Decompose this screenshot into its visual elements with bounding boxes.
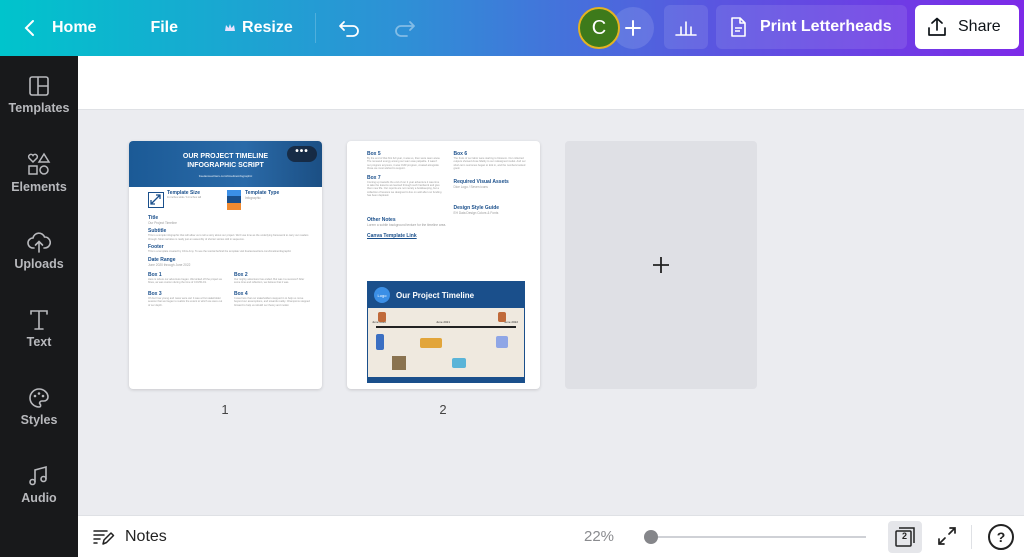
- templates-icon: [29, 76, 49, 96]
- avatar-initial: C: [591, 16, 607, 39]
- section-text: Our Project Timeline: [148, 221, 177, 225]
- page-number-1: 1: [221, 402, 229, 417]
- box-item: Box 4 It was here that our stakeholders s…: [234, 290, 310, 307]
- other-notes-text: Lorem a subtle background texture for th…: [367, 223, 447, 228]
- box-item: Box 5 By the end of that first full year,…: [367, 151, 441, 171]
- share-button[interactable]: Share: [915, 5, 1019, 49]
- template-type-value: Infographic: [245, 196, 261, 200]
- preview-date: June 2021: [436, 320, 451, 324]
- add-page-button[interactable]: [565, 141, 757, 389]
- sidebar-item-uploads[interactable]: Uploads: [0, 212, 78, 290]
- sidebar-item-label: Text: [26, 335, 52, 349]
- help-button[interactable]: ?: [988, 524, 1014, 550]
- canva-template-link[interactable]: Canva Template Link: [367, 233, 528, 239]
- preview-title: Our Project Timeline: [396, 290, 475, 300]
- plus-icon: [625, 20, 641, 36]
- bottom-bar: Notes 22% 2 ?: [78, 515, 1024, 557]
- zoom-percentage[interactable]: 22%: [584, 528, 614, 545]
- bar-chart-icon: [675, 21, 697, 36]
- redo-button[interactable]: [382, 8, 426, 48]
- zoom-slider-thumb[interactable]: [644, 530, 658, 544]
- sidebar-item-styles[interactable]: Styles: [0, 368, 78, 446]
- box-item: Box 1 Here is where our adventure began. …: [148, 272, 222, 285]
- undo-icon: [338, 21, 359, 37]
- box-item: Box 2 Our mighty adventure has ended. But…: [234, 272, 305, 285]
- share-label: Share: [958, 18, 1001, 35]
- preview-date: June 2022: [503, 320, 518, 324]
- home-button[interactable]: Home: [12, 8, 106, 48]
- design-guide-text: EH Data Design Colors & Fonts: [453, 211, 499, 216]
- resize-label: Resize: [242, 19, 293, 36]
- resize-arrow-icon: [148, 192, 164, 208]
- share-upload-icon: [928, 17, 946, 36]
- top-bar: Home File Resize C Print Letterheads Sha…: [0, 0, 1024, 56]
- notes-label: Notes: [125, 527, 167, 545]
- sidebar: Templates Elements Uploads Text Styles A…: [0, 56, 78, 557]
- resize-button[interactable]: Resize: [214, 8, 303, 48]
- sidebar-item-label: Audio: [21, 491, 57, 505]
- timeline-preview-image: Logo Our Project Timeline June 2020 June…: [367, 281, 525, 383]
- page-1-header: OUR PROJECT TIMELINE INFOGRAPHIC SCRIPT …: [129, 141, 322, 187]
- zoom-slider-track[interactable]: [644, 530, 866, 544]
- insights-button[interactable]: [664, 5, 708, 49]
- sidebar-item-elements[interactable]: Elements: [0, 134, 78, 212]
- page-grid: OUR PROJECT TIMELINE INFOGRAPHIC SCRIPT …: [78, 110, 1024, 515]
- notes-pencil-icon: [93, 529, 115, 545]
- template-type-icon: [227, 190, 241, 210]
- elements-icon: [27, 152, 51, 175]
- page-thumbnail-1[interactable]: OUR PROJECT TIMELINE INFOGRAPHIC SCRIPT …: [129, 141, 322, 389]
- print-letterheads-button[interactable]: Print Letterheads: [716, 5, 907, 49]
- box-item: Box 7 Coming up towards the end of our 2 …: [367, 174, 442, 198]
- print-letterheads-label: Print Letterheads: [760, 18, 892, 35]
- required-assets-text: Dice Logo / Seven icons: [453, 184, 488, 189]
- sidebar-item-text[interactable]: Text: [0, 290, 78, 368]
- page-count: 2: [902, 531, 908, 541]
- sidebar-item-label: Elements: [11, 180, 67, 194]
- editor-toolbar-area: [78, 56, 1024, 110]
- sidebar-item-label: Uploads: [14, 257, 64, 271]
- user-avatar[interactable]: C: [578, 7, 620, 49]
- sidebar-item-audio[interactable]: Audio: [0, 446, 78, 524]
- text-icon: [30, 310, 48, 330]
- notes-button[interactable]: Notes: [93, 528, 167, 546]
- chevron-left-icon: [24, 20, 34, 36]
- template-size-value: 11 inches wide / 11 inches tall: [167, 196, 202, 199]
- box-item: Box 3 Oh but how young and naive were we!…: [148, 290, 223, 307]
- section-text: This is a template created by Chris Amy.…: [148, 250, 292, 254]
- divider: [971, 525, 972, 549]
- page-1-header-url: freelancewriters.com/timelineinfographic: [198, 174, 253, 178]
- uploads-icon: [27, 232, 51, 253]
- fullscreen-button[interactable]: [936, 525, 958, 552]
- redo-icon: [394, 21, 415, 37]
- styles-palette-icon: [29, 388, 49, 408]
- preview-logo: Logo: [374, 287, 390, 303]
- home-label: Home: [52, 19, 97, 36]
- divider: [314, 13, 316, 43]
- help-question-icon: ?: [996, 529, 1006, 545]
- section-text: June 2020 through June 2022: [148, 262, 191, 267]
- audio-music-icon: [29, 465, 47, 486]
- page-number-2: 2: [439, 402, 447, 417]
- undo-button[interactable]: [328, 8, 372, 48]
- document-icon: [731, 17, 746, 37]
- box-item: Box 6 The fruits of our labor were starti…: [453, 151, 526, 171]
- section-text: This is a simple infographic that will a…: [148, 234, 309, 241]
- expand-arrows-icon: [938, 527, 956, 545]
- crown-icon: [225, 24, 236, 31]
- page-thumbnail-2[interactable]: Box 5 By the end of that first full year,…: [347, 141, 540, 389]
- grid-view-button[interactable]: 2: [888, 521, 922, 553]
- page-more-options-button[interactable]: •••: [287, 146, 317, 162]
- file-menu-button[interactable]: File: [140, 8, 188, 48]
- sidebar-item-templates[interactable]: Templates: [0, 56, 78, 134]
- plus-icon: [653, 257, 669, 273]
- sidebar-item-label: Templates: [8, 101, 70, 115]
- sidebar-item-label: Styles: [20, 413, 58, 427]
